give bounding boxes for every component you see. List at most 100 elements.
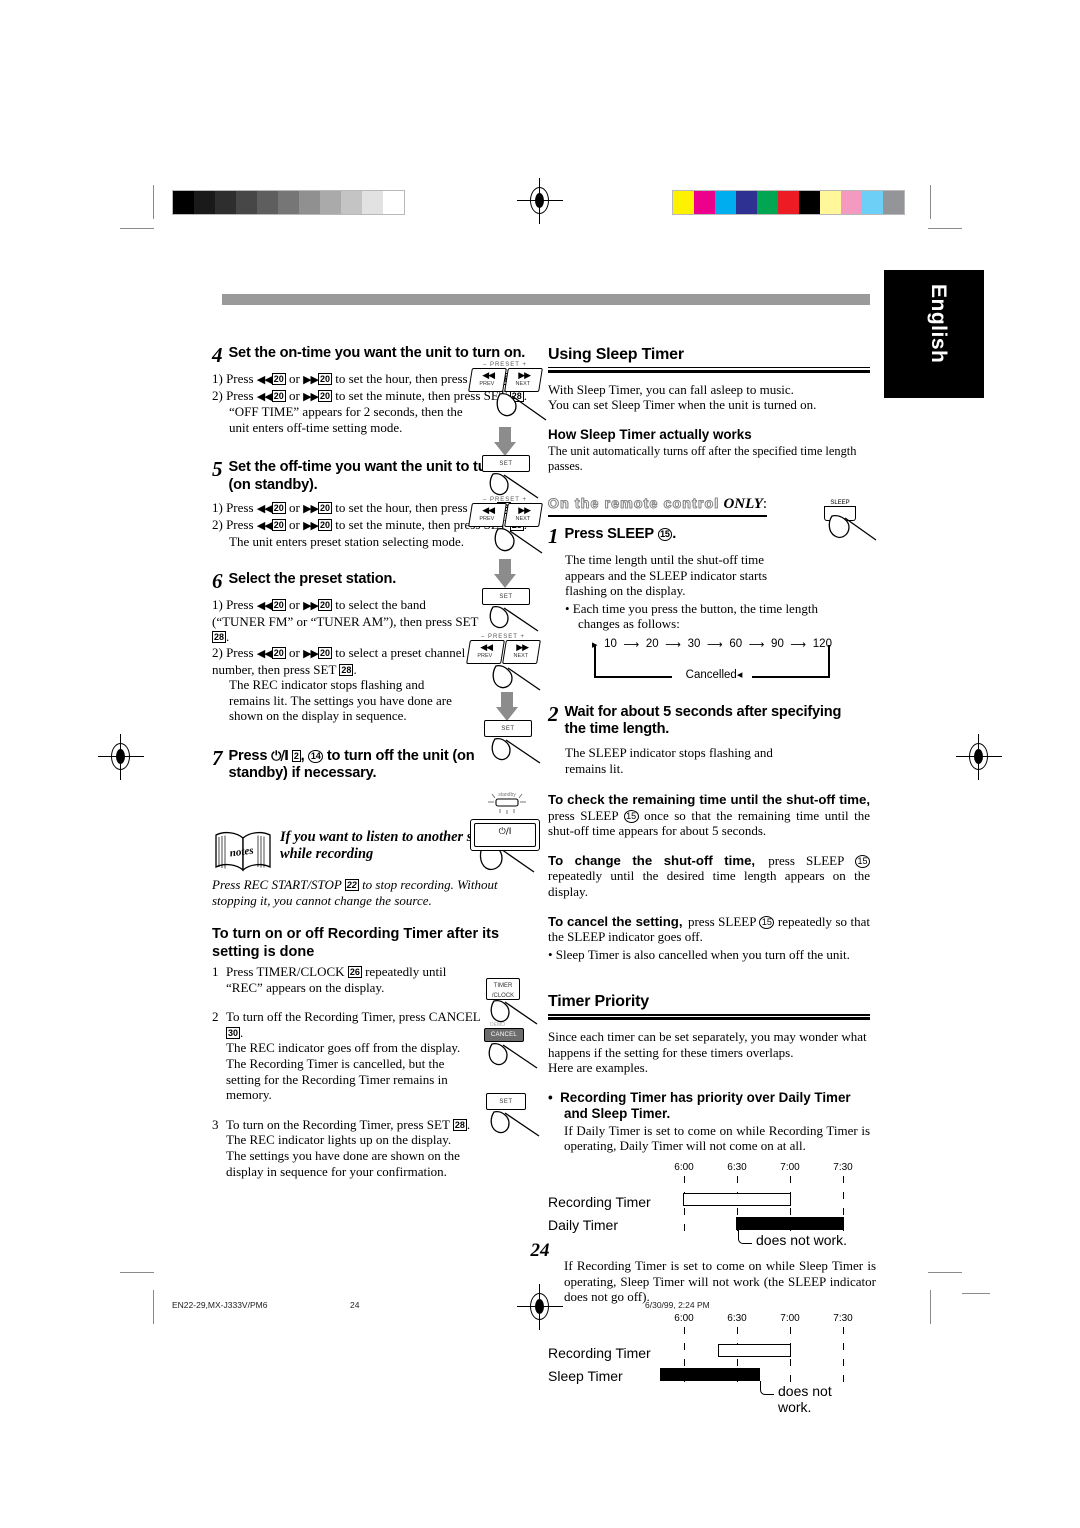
text: 2) Press <box>212 516 257 532</box>
prev-icon: ◀◀ <box>256 502 273 516</box>
tick-label-600: 6:00 <box>674 1162 694 1173</box>
text: press SLEEP <box>548 807 624 823</box>
sleep-intro-line-2: You can set Sleep Timer when the unit is… <box>548 397 817 413</box>
section-title: Timer Priority <box>548 993 649 1011</box>
ref-tag: 22 <box>344 878 359 891</box>
rec-timer-toggle-heading: To turn on or off Recording Timer after … <box>212 926 500 960</box>
step-number: 1 <box>212 964 219 980</box>
step-text: To turn on the Recording Timer, press SE… <box>226 1117 492 1179</box>
text: or <box>285 516 304 532</box>
button-art-power-step7: standby ⏻/I <box>466 788 558 883</box>
callout-hook <box>760 1380 774 1395</box>
text: 1) Press <box>212 500 257 516</box>
prev-icon: ◀◀ <box>256 373 273 386</box>
power-icon: ⏻/I <box>271 748 289 764</box>
sleep-cycle-diagram: ▸ 10 ⟶ 20 ⟶ 30 ⟶ 60 ⟶ 90 ⟶ 120 Cancelled… <box>592 638 832 694</box>
arrow-stem <box>499 559 511 574</box>
ref-tag: 26 <box>347 966 362 979</box>
tick-label-730: 7:30 <box>833 1312 853 1324</box>
ref-tag: 20 <box>317 518 332 531</box>
text: 2) Press <box>212 387 257 403</box>
page-number: 24 <box>530 1240 550 1261</box>
ref-tag: 28 <box>212 631 227 644</box>
step-7-number: 7 <box>212 745 223 770</box>
cycle-node-20: 20 <box>645 638 659 651</box>
step-6-sub-2: 2) Press ◀◀ 20 or ▶▶ 20 to select a preset… <box>212 645 484 677</box>
arrow-down-icon <box>494 442 516 456</box>
callout-does-not-work: does not work. <box>778 1382 832 1415</box>
timing-diagram-recording-vs-sleep: 6:00 6:30 7:00 7:30 Recording Timer Slee… <box>548 1312 860 1415</box>
sleep-final-bullet: • Sleep Timer is also cancelled when you… <box>548 946 850 962</box>
section-title: Using Sleep Timer <box>548 346 684 363</box>
prev-icon: ◀◀ <box>256 599 273 613</box>
sleep-intro-line-1: With Sleep Timer, you can fall asleep to… <box>548 381 794 397</box>
next-icon: ▶▶ <box>303 599 319 613</box>
text: To turn on the Recording Timer, press SE… <box>226 1116 453 1132</box>
flow-arrow-step6 <box>496 692 518 721</box>
remote-only-colon: : <box>762 495 768 512</box>
ref-circle: 15 <box>623 809 639 823</box>
ref-tag: 20 <box>317 502 332 515</box>
sleep-step-1-title: Press SLEEP 15. <box>565 526 677 544</box>
sleep-step-1-body: The time length until the shut-off time … <box>565 551 768 599</box>
ref-tag: 20 <box>317 599 332 612</box>
cycle-node-60: 60 <box>729 638 743 651</box>
power-key: ⏻/I <box>470 819 540 851</box>
text: , <box>300 747 309 764</box>
text: 1) Press <box>212 597 257 613</box>
sleep-step-1-bullet: • Each time you press the button, the ti… <box>565 600 818 632</box>
text: Press <box>228 747 272 764</box>
remote-only-banner: On the remote control ONLY: <box>548 495 870 524</box>
prev-next-keys: ◀◀ PREV ▶▶ NEXT <box>466 640 542 666</box>
tip-cancel-setting: To cancel the setting, press SLEEP 15 re… <box>548 914 870 945</box>
text: 2) Press <box>212 644 257 660</box>
ref-circle: 15 <box>854 854 870 868</box>
prev-key-label: PREV <box>479 516 495 522</box>
tip-label: To check the remaining time until the sh… <box>548 792 870 808</box>
priority-para-1: If Daily Timer is set to come on while R… <box>564 1122 870 1154</box>
sleep-step-1-number: 1 <box>548 523 559 548</box>
how-sleep-timer-works-heading: How Sleep Timer actually works <box>548 426 752 442</box>
priority-bullet-heading: • Recording Timer has priority over Dail… <box>548 1089 851 1121</box>
arrow-right-icon: ⟶ <box>706 637 723 651</box>
text: Press TIMER/CLOCK <box>226 964 348 980</box>
prev-icon: ◀◀ <box>256 518 273 532</box>
prev-icon: ◀◀ <box>482 371 495 381</box>
timer-priority-heading: Timer Priority <box>548 992 870 1021</box>
arrow-right-icon: ⟶ <box>790 637 807 651</box>
ref-tag: 20 <box>271 646 286 659</box>
footer-page-number: 24 <box>350 1300 360 1310</box>
gridline-730 <box>842 1176 844 1240</box>
prev-key: ◀◀ PREV <box>466 640 505 664</box>
text: . The REC indicator goes off from the di… <box>226 1024 461 1103</box>
language-tab: English <box>884 270 984 398</box>
remote-only-emphasis: ONLY <box>723 495 763 512</box>
step-4-number: 4 <box>212 343 223 367</box>
step-4-note: “OFF TIME” appears for 2 seconds, then t… <box>229 404 463 435</box>
footer-file-name: EN22-29,MX-J333V/PM6 <box>172 1300 268 1310</box>
cycle-node-cancelled: Cancelled◂ <box>685 667 743 681</box>
text: press SLEEP <box>768 852 855 868</box>
footer-timestamp: 6/30/99, 2:24 PM <box>645 1300 710 1310</box>
ref-tag: 20 <box>271 502 286 515</box>
step-6-note: The REC indicator stops flashing and rem… <box>229 677 452 724</box>
notes-book-icon: notes <box>212 829 274 875</box>
arrow-down-icon <box>494 574 516 588</box>
series-label-recording-timer: Recording Timer <box>548 1344 651 1361</box>
text: or <box>285 500 304 516</box>
prev-key: ◀◀ PREV <box>468 503 507 527</box>
next-icon: ▶▶ <box>303 502 319 516</box>
series-label-daily-timer: Daily Timer <box>548 1217 619 1233</box>
text: . <box>353 661 357 677</box>
next-key-label: NEXT <box>515 516 531 522</box>
power-icon: ⏻/I <box>498 827 512 837</box>
manual-page: English 4 Set the on-time you want the u… <box>0 0 1080 1528</box>
arrow-right-icon: ⟶ <box>623 637 640 651</box>
cycle-node-90: 90 <box>771 638 784 651</box>
button-art-sleep: SLEEP <box>824 500 894 549</box>
standby-indicator-icon: standby <box>488 792 526 814</box>
tick-label-700: 7:00 <box>780 1312 800 1324</box>
bar-daily-timer <box>736 1217 844 1230</box>
how-sleep-timer-works-body: The unit automatically turns off after t… <box>548 443 857 474</box>
next-key: ▶▶ NEXT <box>504 503 543 527</box>
